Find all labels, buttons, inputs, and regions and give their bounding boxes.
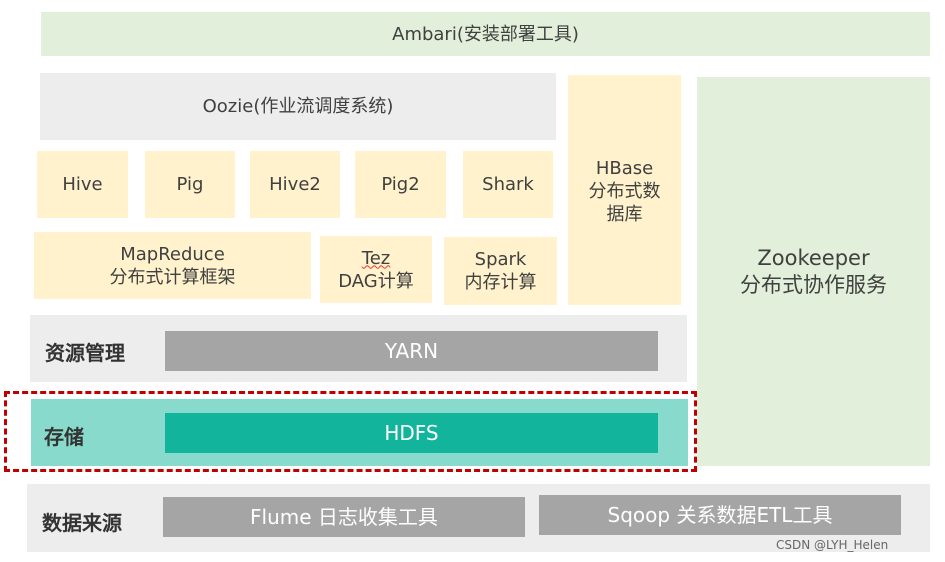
tez-desc: DAG计算 [338,270,414,292]
tez-name: Tez [361,247,391,269]
mapreduce-desc: 分布式计算框架 [109,266,236,288]
yarn-label: YARN [384,338,439,363]
source-label: 数据来源 [42,511,122,535]
sqoop-box: Sqoop 关系数据ETL工具 [539,495,901,535]
flume-label: Flume 日志收集工具 [250,504,438,529]
yarn-box: YARN [165,331,658,371]
flume-box: Flume 日志收集工具 [163,497,525,537]
ambari-layer: Ambari(安装部署工具) [41,12,930,56]
tool-label: Pig [176,174,204,195]
spark-name: Spark [474,249,527,270]
spark-desc: 内存计算 [464,272,537,293]
tool-label: Shark [482,174,534,195]
watermark: CSDN @LYH_Helen [776,538,889,552]
hdfs-label: HDFS [384,420,439,445]
oozie-layer: Oozie(作业流调度系统) [40,73,556,140]
hdfs-box: HDFS [165,413,658,453]
tool-hive: Hive [37,151,128,218]
tool-label: Hive2 [269,174,321,195]
tool-hive2: Hive2 [250,151,340,218]
hbase-desc: 分布式数据库 [588,181,661,225]
tool-pig2: Pig2 [355,151,446,218]
tez-box: Tez DAG计算 [320,236,432,303]
storage-label: 存储 [44,425,84,449]
oozie-label: Oozie(作业流调度系统) [202,96,394,117]
tool-shark: Shark [463,151,553,218]
tool-label: Hive [62,174,103,195]
zookeeper-desc: 分布式协作服务 [740,272,887,297]
hbase-name: HBase [595,158,654,179]
hbase-box: HBase 分布式数据库 [568,75,681,305]
tool-label: Pig2 [381,174,420,195]
tool-pig: Pig [145,151,235,218]
zookeeper-name: Zookeeper [757,245,870,270]
mapreduce-box: MapReduce 分布式计算框架 [34,232,311,299]
spark-box: Spark 内存计算 [444,237,557,305]
ambari-label: Ambari(安装部署工具) [392,23,579,45]
resource-label: 资源管理 [45,341,125,365]
zookeeper-box: Zookeeper 分布式协作服务 [697,77,930,466]
sqoop-label: Sqoop 关系数据ETL工具 [607,502,833,527]
mapreduce-name: MapReduce [120,243,225,265]
